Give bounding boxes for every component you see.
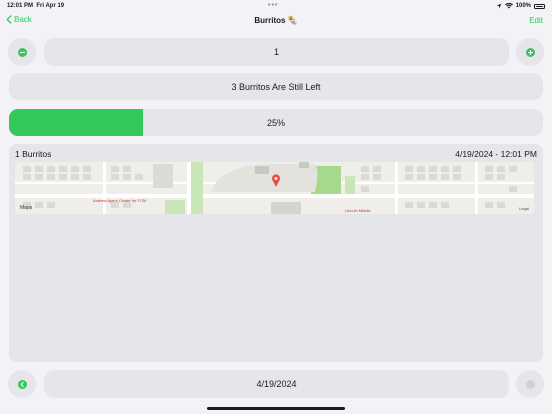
battery-icon — [534, 3, 545, 9]
status-bar: 12:01 PM Fri Apr 19 ••• 100% — [0, 0, 552, 12]
chevron-left-circle-icon — [17, 379, 27, 389]
status-right: 100% — [496, 3, 545, 9]
previous-day-button[interactable] — [8, 370, 36, 398]
progress-bar: 25% — [9, 109, 543, 136]
increment-button[interactable] — [516, 38, 544, 66]
multitasking-dots-icon[interactable]: ••• — [268, 2, 278, 9]
navigation-bar: Back Burritos 🌯 Edit — [0, 12, 552, 30]
progress-label: 25% — [266, 118, 285, 128]
entry-title: 1 Burritos — [15, 149, 52, 159]
legal-link[interactable]: Legal — [519, 206, 529, 211]
date-display: 4/19/2024 — [44, 370, 509, 398]
map-view[interactable]: Andrew Ayers Center for TCM Lincoln Midd… — [15, 162, 534, 214]
chevron-right-circle-icon — [525, 379, 535, 389]
maps-attribution[interactable]: Maps — [20, 205, 32, 211]
next-day-button[interactable] — [516, 370, 544, 398]
map-place-label: Andrew Ayers Center for TCM — [93, 198, 147, 203]
page-title: Burritos 🌯 — [254, 16, 298, 25]
counter-value: 1 — [273, 47, 279, 57]
edit-button[interactable]: Edit — [529, 16, 543, 25]
plus-circle-icon — [525, 47, 535, 57]
map-tiles — [15, 162, 534, 214]
entry-timestamp: 4/19/2024 - 12:01 PM — [455, 149, 537, 159]
entry-card: 1 Burritos 4/19/2024 - 12:01 PM Andrew A… — [9, 144, 543, 362]
counter-display: 1 — [44, 38, 509, 66]
map-pin-icon[interactable] — [271, 174, 281, 188]
status-time: 12:01 PM Fri Apr 19 — [7, 3, 65, 9]
battery-percent: 100% — [515, 3, 531, 9]
remaining-banner: 3 Burritos Are Still Left — [9, 73, 543, 100]
date-value: 4/19/2024 — [256, 379, 297, 389]
map-place-label: Lincoln Middle — [345, 208, 371, 213]
location-icon — [496, 3, 502, 9]
home-indicator[interactable] — [207, 407, 345, 410]
minus-circle-icon — [17, 47, 27, 57]
remaining-text: 3 Burritos Are Still Left — [231, 81, 321, 92]
decrement-button[interactable] — [8, 38, 36, 66]
wifi-icon — [504, 3, 513, 9]
